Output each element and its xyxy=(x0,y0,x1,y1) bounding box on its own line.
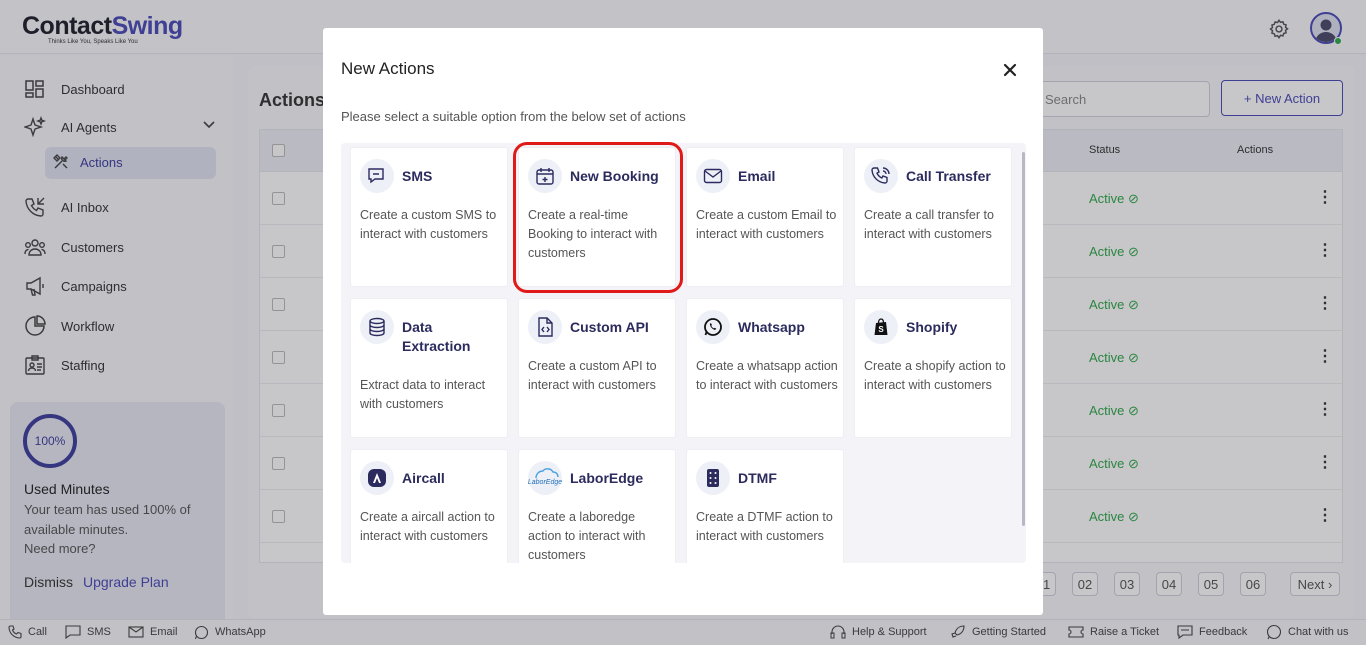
card-title: DTMF xyxy=(738,470,777,486)
svg-text:S: S xyxy=(878,325,884,334)
action-card-laboredge[interactable]: LaborEdge LaborEdge Create a laboredge a… xyxy=(518,449,676,563)
card-description: Extract data to interact with customers xyxy=(360,378,486,411)
card-description: Create a whatsapp action to interact wit… xyxy=(696,359,838,392)
card-title: New Booking xyxy=(570,168,659,184)
card-title: SMS xyxy=(402,168,433,184)
card-title: Aircall xyxy=(402,470,445,486)
close-icon[interactable] xyxy=(1001,61,1019,79)
card-description: Create a custom API to interact with cus… xyxy=(528,359,657,392)
card-title: Data Extraction xyxy=(402,319,471,354)
modal-title: New Actions xyxy=(341,59,435,78)
card-description: Create a aircall action to interact with… xyxy=(360,510,495,543)
card-title: Whatsapp xyxy=(738,319,805,335)
card-title: Shopify xyxy=(906,319,958,335)
card-description: Create a shopify action to interact with… xyxy=(864,359,1006,392)
action-card-shopify[interactable]: S Shopify Create a shopify action to int… xyxy=(854,298,1012,438)
card-description: Create a real-time Booking to interact w… xyxy=(528,208,658,260)
card-title: Call Transfer xyxy=(906,168,991,184)
card-description: Create a custom Email to interact with c… xyxy=(696,208,837,241)
svg-text:LaborEdge: LaborEdge xyxy=(528,479,562,486)
card-description: Create a custom SMS to interact with cus… xyxy=(360,208,497,241)
calendar-plus-icon xyxy=(528,159,562,193)
card-title: Email xyxy=(738,168,776,184)
action-card-sms[interactable]: SMS Create a custom SMS to interact with… xyxy=(350,147,508,287)
whatsapp-icon xyxy=(696,310,730,344)
laboredge-icon: LaborEdge xyxy=(528,461,562,495)
dtmf-icon xyxy=(696,461,730,495)
action-card-custom-api[interactable]: Custom API Create a custom API to intera… xyxy=(518,298,676,438)
code-file-icon xyxy=(528,310,562,344)
action-card-data-extraction[interactable]: Data Extraction Extract data to interact… xyxy=(350,298,508,438)
card-title: LaborEdge xyxy=(570,470,644,486)
action-card-new-booking[interactable]: New Booking Create a real-time Booking t… xyxy=(518,147,676,287)
aircall-icon xyxy=(360,461,394,495)
card-title: Custom API xyxy=(570,319,649,335)
modal-scrollbar[interactable] xyxy=(1022,152,1025,526)
action-card-email[interactable]: Email Create a custom Email to interact … xyxy=(686,147,844,287)
card-description: Create a call transfer to interact with … xyxy=(864,208,994,241)
action-card-aircall[interactable]: Aircall Create a aircall action to inter… xyxy=(350,449,508,563)
action-cards-grid: SMS Create a custom SMS to interact with… xyxy=(341,143,1026,563)
phone-transfer-icon xyxy=(864,159,898,193)
database-icon xyxy=(360,310,394,344)
modal-subtitle: Please select a suitable option from the… xyxy=(341,109,686,124)
new-actions-modal: New Actions Please select a suitable opt… xyxy=(323,28,1043,615)
card-description: Create a DTMF action to interact with cu… xyxy=(696,510,833,543)
action-card-call-transfer[interactable]: Call Transfer Create a call transfer to … xyxy=(854,147,1012,287)
sms-icon xyxy=(360,159,394,193)
mail-icon xyxy=(696,159,730,193)
action-card-whatsapp[interactable]: Whatsapp Create a whatsapp action to int… xyxy=(686,298,844,438)
shopify-icon: S xyxy=(864,310,898,344)
action-card-dtmf[interactable]: DTMF Create a DTMF action to interact wi… xyxy=(686,449,844,563)
card-description: Create a laboredge action to interact wi… xyxy=(528,510,646,562)
